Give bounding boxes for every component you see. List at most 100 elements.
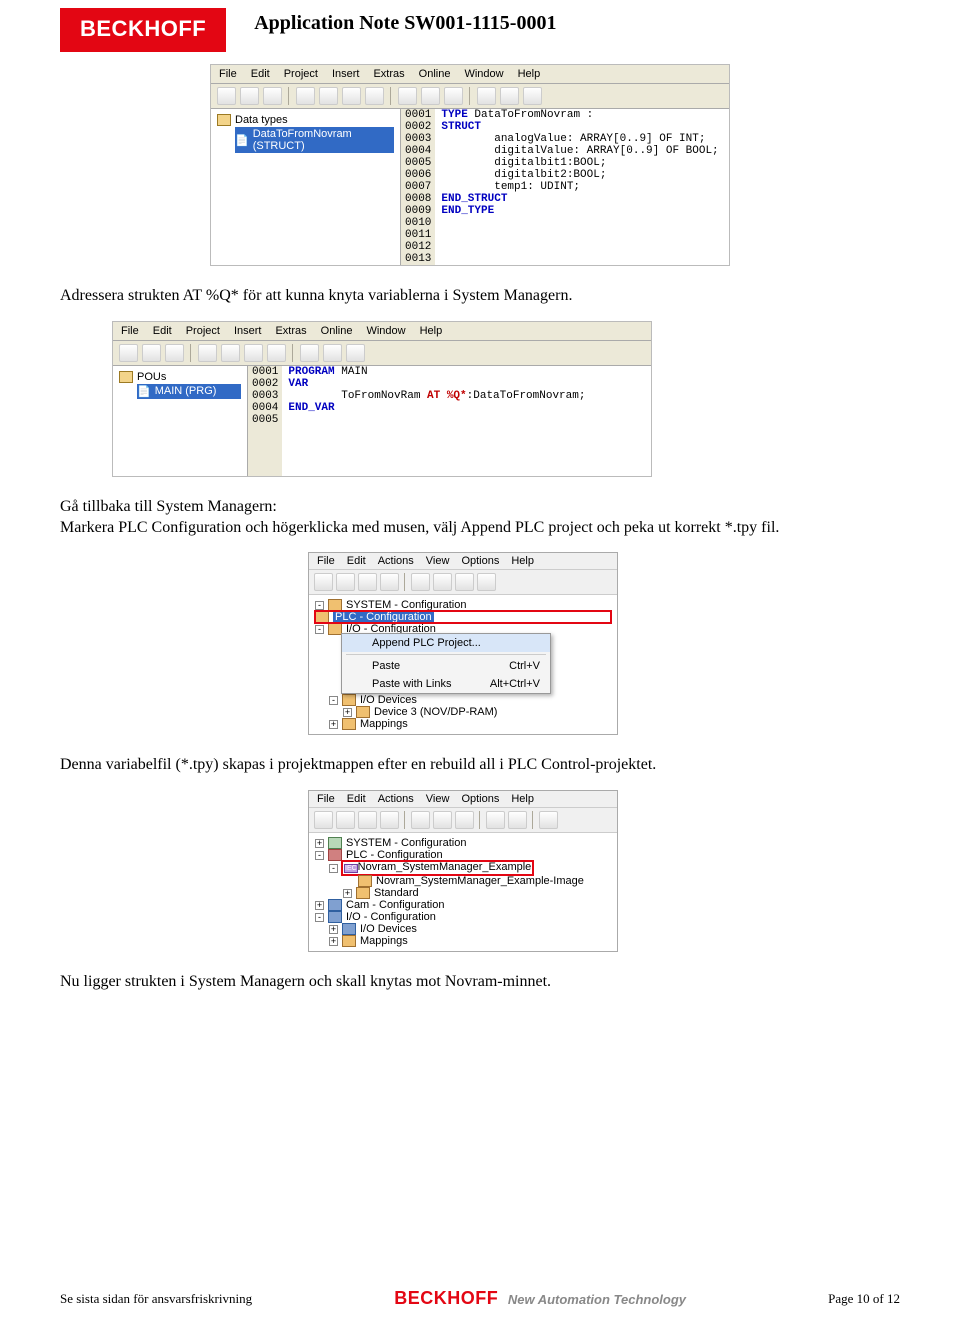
toolbar-icon[interactable] [477,87,496,105]
tree-item[interactable]: -I/O Devices [315,694,611,706]
toolbar-icon[interactable] [323,344,342,362]
tree-item[interactable]: +I/O Devices [315,923,611,935]
toolbar-icon[interactable] [300,344,319,362]
tree-root[interactable]: POUs [119,370,241,384]
toolbar-icon[interactable] [240,87,259,105]
menu-item[interactable]: Edit [153,325,172,337]
toolbar-icon[interactable] [358,573,377,591]
toolbar-icon[interactable] [380,573,399,591]
tree-item[interactable]: +Device 3 (NOV/DP-RAM) [315,706,611,718]
toolbar-icon[interactable] [411,573,430,591]
tree-item-struct[interactable]: 📄DataToFromNovram (STRUCT) [235,127,394,153]
menu-item[interactable]: Edit [251,68,270,80]
toolbar-icon[interactable] [244,344,263,362]
expand-icon[interactable]: + [343,889,352,898]
toolbar-icon[interactable] [523,87,542,105]
menu-item[interactable]: Window [366,325,405,337]
toolbar-icon[interactable] [267,344,286,362]
expand-icon[interactable]: - [315,601,324,610]
menu-item[interactable]: Project [284,68,318,80]
toolbar-icon[interactable] [508,811,527,829]
menu-item[interactable]: Project [186,325,220,337]
tree-item[interactable]: +Mappings [315,935,611,947]
tree-item[interactable]: +SYSTEM - Configuration [315,837,611,849]
menu-item[interactable]: File [121,325,139,337]
menu-item[interactable]: Edit [347,793,366,805]
tree-item[interactable]: +Cam - Configuration [315,899,611,911]
toolbar-icon[interactable] [500,87,519,105]
expand-icon[interactable]: + [329,937,338,946]
menu-item[interactable]: Help [511,793,534,805]
tree-item[interactable]: +Mappings [315,718,611,730]
expand-icon[interactable]: + [315,901,324,910]
menu-item[interactable]: Options [461,555,499,567]
menu-item[interactable]: View [426,793,450,805]
toolbar-icon[interactable] [217,87,236,105]
menu-item[interactable]: Extras [275,325,306,337]
toolbar-icon[interactable] [314,573,333,591]
tree-item[interactable]: Novram_SystemManager_Example-Image [315,875,611,887]
menu-item[interactable]: Extras [373,68,404,80]
tree-item[interactable]: -I/O - Configuration [315,911,611,923]
menu-item[interactable]: Actions [378,793,414,805]
menu-item[interactable]: File [219,68,237,80]
menu-item-paste[interactable]: PasteCtrl+V [342,657,550,675]
toolbar-icon[interactable] [336,811,355,829]
tree-item[interactable]: +Standard [315,887,611,899]
menu-item-paste-links[interactable]: Paste with LinksAlt+Ctrl+V [342,675,550,693]
toolbar-icon[interactable] [165,344,184,362]
menu-item[interactable]: Actions [378,555,414,567]
toolbar-icon[interactable] [411,811,430,829]
toolbar-icon[interactable] [433,573,452,591]
toolbar-icon[interactable] [486,811,505,829]
menu-item[interactable]: Help [511,555,534,567]
menu-item[interactable]: Insert [332,68,360,80]
menu-item[interactable]: Help [518,68,541,80]
menu-item[interactable]: Online [419,68,451,80]
toolbar-icon[interactable] [142,344,161,362]
expand-icon[interactable]: + [343,708,352,717]
tree-item-main[interactable]: 📄MAIN (PRG) [137,384,241,399]
menu-item[interactable]: View [426,555,450,567]
toolbar-icon[interactable] [198,344,217,362]
menu-item[interactable]: Insert [234,325,262,337]
menu-item[interactable]: Edit [347,555,366,567]
toolbar-icon[interactable] [119,344,138,362]
menu-item[interactable]: Window [464,68,503,80]
expand-icon[interactable]: - [315,625,324,634]
toolbar-icon[interactable] [398,87,417,105]
tree-item[interactable]: -SYSTEM - Configuration [315,599,611,611]
expand-icon[interactable]: + [329,925,338,934]
tree-item[interactable]: PLC - Configuration [315,611,611,623]
expand-icon[interactable]: - [315,913,324,922]
toolbar-icon[interactable] [444,87,463,105]
tree-root[interactable]: Data types [217,113,394,127]
toolbar-icon[interactable] [539,811,558,829]
menu-item[interactable]: Options [461,793,499,805]
toolbar-icon[interactable] [358,811,377,829]
menu-item[interactable]: File [317,793,335,805]
toolbar-icon[interactable] [346,344,365,362]
toolbar-icon[interactable] [296,87,315,105]
toolbar-icon[interactable] [421,87,440,105]
toolbar-icon[interactable] [455,573,474,591]
toolbar-icon[interactable] [336,573,355,591]
expand-icon[interactable]: - [329,696,338,705]
toolbar-icon[interactable] [433,811,452,829]
toolbar-icon[interactable] [319,87,338,105]
toolbar-icon[interactable] [477,573,496,591]
tree-item[interactable]: -IECNovram_SystemManager_Example [315,861,611,875]
toolbar-icon[interactable] [314,811,333,829]
menu-item[interactable]: Online [321,325,353,337]
toolbar-icon[interactable] [380,811,399,829]
expand-icon[interactable]: + [315,839,324,848]
tree-item[interactable]: -PLC - Configuration [315,849,611,861]
menu-item-append[interactable]: Append PLC Project... [342,634,550,652]
toolbar-icon[interactable] [342,87,361,105]
toolbar-icon[interactable] [221,344,240,362]
expand-icon[interactable]: + [329,720,338,729]
toolbar-icon[interactable] [365,87,384,105]
menu-item[interactable]: Help [420,325,443,337]
menu-item[interactable]: File [317,555,335,567]
expand-icon[interactable]: - [315,851,324,860]
